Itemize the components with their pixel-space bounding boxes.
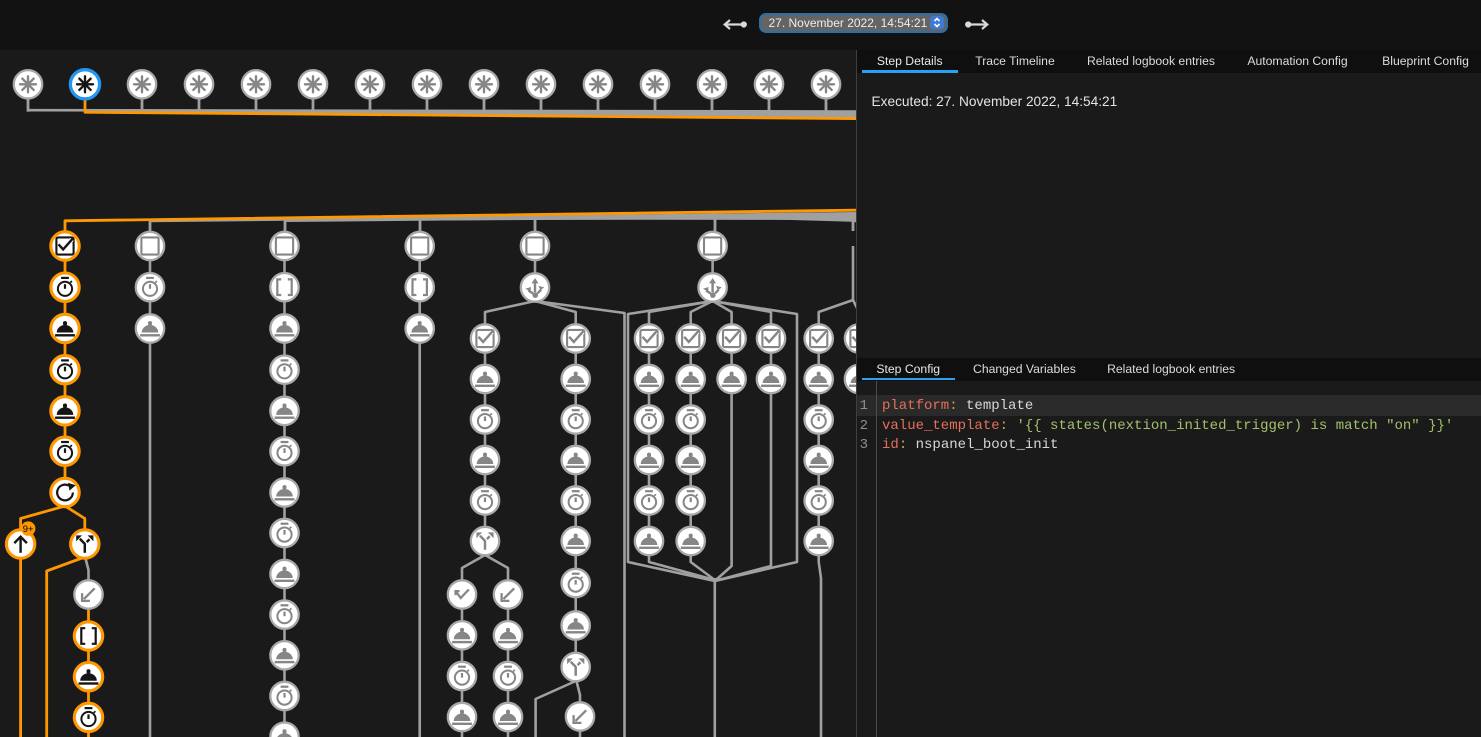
svg-text:9+: 9+ [23, 524, 34, 535]
